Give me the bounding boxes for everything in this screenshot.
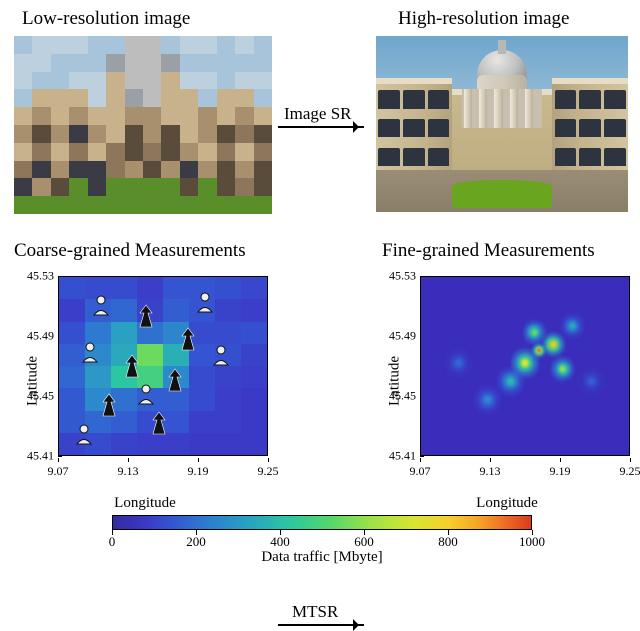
heatmap-cell bbox=[85, 366, 111, 388]
base-station-icon bbox=[99, 392, 119, 418]
heatmap-hotspot bbox=[521, 357, 530, 368]
y-tick-label: 45.49 bbox=[27, 329, 54, 344]
label-image-sr: Image SR bbox=[284, 104, 352, 124]
heatmap-cell bbox=[241, 433, 267, 455]
heatmap-cell bbox=[241, 411, 267, 433]
heatmap-cell bbox=[111, 322, 137, 344]
lowres-image bbox=[14, 36, 272, 214]
label-coarse: Coarse-grained Measurements bbox=[14, 240, 246, 262]
heatmap-cell bbox=[59, 299, 85, 321]
heatmap-cell bbox=[59, 277, 85, 299]
y-tick-label: 45.49 bbox=[389, 329, 416, 344]
base-station-icon bbox=[178, 326, 198, 352]
heatmap-cell bbox=[111, 433, 137, 455]
colorbar-tick-label: 1000 bbox=[519, 534, 545, 550]
user-icon bbox=[136, 383, 156, 405]
label-lowres: Low-resolution image bbox=[22, 8, 190, 30]
heatmap-cell bbox=[241, 388, 267, 410]
heatmap-cell bbox=[215, 322, 241, 344]
y-tick-label: 45.41 bbox=[27, 449, 54, 464]
colorbar-tick-label: 800 bbox=[438, 534, 458, 550]
x-tick-label: 9.07 bbox=[48, 464, 69, 479]
label-fine: Fine-grained Measurements bbox=[382, 240, 595, 262]
colorbar-tick-label: 200 bbox=[186, 534, 206, 550]
user-icon bbox=[195, 291, 215, 313]
heatmap-cell bbox=[189, 433, 215, 455]
heatmap-cell bbox=[111, 299, 137, 321]
x-tick-label: 9.25 bbox=[258, 464, 279, 479]
label-mtsr: MTSR bbox=[292, 602, 338, 622]
mtsr-row: Coarse-grained Measurements Fine-grained… bbox=[0, 240, 640, 587]
colorbar-tick-label: 400 bbox=[270, 534, 290, 550]
heatmap-cell bbox=[215, 277, 241, 299]
x-tick-label: 9.13 bbox=[117, 464, 138, 479]
heatmap-cell bbox=[59, 388, 85, 410]
heatmap-cell bbox=[111, 277, 137, 299]
x-tick-label: 9.19 bbox=[549, 464, 570, 479]
heatmap-hotspot bbox=[483, 394, 492, 405]
heatmap-cell bbox=[241, 344, 267, 366]
heatmap-cell bbox=[241, 366, 267, 388]
heatmap-cell bbox=[189, 366, 215, 388]
heatmap-cell bbox=[215, 411, 241, 433]
x-tick-label: 9.19 bbox=[187, 464, 208, 479]
heatmap-cell bbox=[137, 433, 163, 455]
heatmap-hotspot bbox=[587, 376, 596, 387]
arrow-mtsr bbox=[278, 624, 364, 626]
y-tick-label: 45.41 bbox=[389, 449, 416, 464]
coarse-heatmap: Latitude 45.4145.4545.4945.53 9.079.139.… bbox=[14, 270, 276, 492]
heatmap-hotspot bbox=[550, 340, 557, 349]
heatmap-cell bbox=[215, 299, 241, 321]
base-station-icon bbox=[136, 303, 156, 329]
heatmap-cell bbox=[59, 366, 85, 388]
heatmap-cell bbox=[215, 388, 241, 410]
colorbar-tick-label: 0 bbox=[109, 534, 116, 550]
user-icon bbox=[211, 344, 231, 366]
heatmap-cell bbox=[241, 277, 267, 299]
y-tick-label: 45.45 bbox=[27, 389, 54, 404]
heatmap-cell bbox=[215, 366, 241, 388]
heatmap-cell bbox=[215, 433, 241, 455]
colorbar-tick-label: 600 bbox=[354, 534, 374, 550]
y-tick-label: 45.53 bbox=[27, 269, 54, 284]
base-station-icon bbox=[149, 410, 169, 436]
user-icon bbox=[91, 294, 111, 316]
base-station-icon bbox=[165, 367, 185, 393]
fine-heatmap: Latitude 45.4145.4545.4945.53 9.079.139.… bbox=[376, 270, 638, 492]
heatmap-cell bbox=[241, 299, 267, 321]
heatmap-cell bbox=[189, 411, 215, 433]
user-icon bbox=[74, 423, 94, 445]
user-icon bbox=[80, 341, 100, 363]
y-tick-label: 45.53 bbox=[389, 269, 416, 284]
highres-image bbox=[376, 36, 628, 212]
heatmap-cell bbox=[163, 299, 189, 321]
base-station-icon bbox=[122, 353, 142, 379]
label-highres: High-resolution image bbox=[398, 8, 570, 30]
image-sr-row: Low-resolution image High-resolution ima… bbox=[0, 0, 640, 230]
x-tick-label: 9.07 bbox=[410, 464, 431, 479]
heatmap-hotspot bbox=[454, 357, 463, 368]
xlabel: Longitude bbox=[376, 495, 638, 512]
heatmap-cell bbox=[241, 322, 267, 344]
y-tick-label: 45.45 bbox=[389, 389, 416, 404]
x-tick-label: 9.25 bbox=[620, 464, 640, 479]
colorbar: 02004006008001000 Data traffic [Mbyte] bbox=[112, 515, 532, 573]
heatmap-cell bbox=[137, 277, 163, 299]
heatmap-cell bbox=[163, 433, 189, 455]
xlabel: Longitude bbox=[14, 495, 276, 512]
x-tick-label: 9.13 bbox=[479, 464, 500, 479]
heatmap-cell bbox=[163, 277, 189, 299]
arrow-image-sr bbox=[278, 126, 364, 128]
heatmap-hotspot bbox=[531, 328, 538, 337]
colorbar-label: Data traffic [Mbyte] bbox=[112, 549, 532, 566]
heatmap-cell bbox=[189, 388, 215, 410]
heatmap-hotspot bbox=[569, 321, 576, 330]
